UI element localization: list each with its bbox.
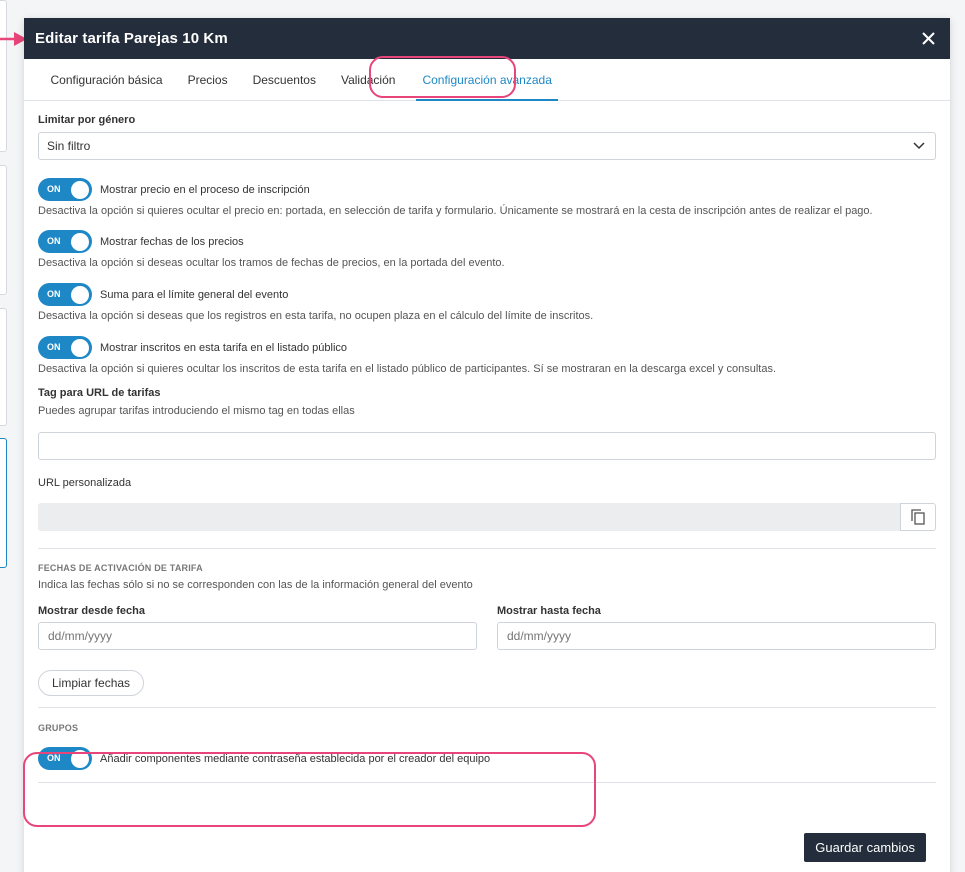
toggle-hint: Desactiva la opción si deseas que los re… <box>38 310 594 322</box>
save-button[interactable]: Guardar cambios <box>804 833 926 862</box>
gender-select-value: Sin filtro <box>47 139 91 153</box>
modal-title: Editar tarifa Parejas 10 Km <box>35 30 228 47</box>
activation-hint: Indica las fechas sólo si no se correspo… <box>38 579 473 591</box>
url-field <box>38 503 936 531</box>
close-button[interactable] <box>918 29 938 49</box>
show-price-toggle[interactable]: ON <box>38 178 92 201</box>
toggle-label: Mostrar inscritos en esta tarifa en el l… <box>100 341 348 354</box>
tab-bar: Configuración básica Precios Descuentos … <box>24 59 950 101</box>
tab-advanced-config[interactable]: Configuración avanzada <box>410 59 564 101</box>
toggle-state: ON <box>47 184 61 194</box>
close-icon <box>921 32 935 45</box>
background-panel <box>0 438 7 568</box>
to-date-label: Mostrar hasta fecha <box>497 605 601 617</box>
toggle-label: Añadir componentes mediante contraseña e… <box>100 752 491 765</box>
tab-basic-config[interactable]: Configuración básica <box>38 59 175 100</box>
divider <box>38 707 936 708</box>
toggle-state: ON <box>47 342 61 352</box>
toggle-knob <box>71 749 89 768</box>
tag-hint: Puedes agrupar tarifas introduciendo el … <box>38 405 355 417</box>
tab-prices[interactable]: Precios <box>175 59 240 100</box>
tab-discounts[interactable]: Descuentos <box>240 59 328 100</box>
divider <box>38 548 936 549</box>
toggle-row-public-list: ON Mostrar inscritos en esta tarifa en e… <box>38 336 936 359</box>
toggle-knob <box>71 338 89 357</box>
show-price-dates-toggle[interactable]: ON <box>38 230 92 253</box>
gender-label: Limitar por género <box>38 114 136 126</box>
tag-input[interactable] <box>38 432 936 460</box>
background-panel <box>0 0 7 152</box>
toggle-row-show-price-dates: ON Mostrar fechas de los precios <box>38 230 936 253</box>
clear-dates-button[interactable]: Limpiar fechas <box>38 670 145 696</box>
from-date-label: Mostrar desde fecha <box>38 605 145 617</box>
to-date-input[interactable] <box>497 622 936 650</box>
groups-heading: GRUPOS <box>38 723 79 733</box>
toggle-knob <box>71 232 89 251</box>
divider <box>38 782 936 783</box>
date-fields: Mostrar desde fecha Mostrar hasta fecha <box>38 605 936 650</box>
background-panel <box>0 165 7 295</box>
copy-url-button[interactable] <box>900 503 936 531</box>
toggle-knob <box>71 180 89 199</box>
gender-select[interactable]: Sin filtro <box>38 132 936 160</box>
toggle-knob <box>71 285 89 304</box>
toggle-hint: Desactiva la opción si quieres ocultar e… <box>38 205 873 217</box>
group-password-toggle[interactable]: ON <box>38 747 92 770</box>
to-date-field: Mostrar hasta fecha <box>497 605 936 650</box>
tab-validation[interactable]: Validación <box>328 59 407 100</box>
activation-heading: FECHAS DE ACTIVACIÓN DE TARIFA <box>38 563 203 573</box>
url-input <box>38 503 900 531</box>
toggle-row-count-limit: ON Suma para el límite general del event… <box>38 283 936 306</box>
background-panel <box>0 308 7 426</box>
modal-body: Limitar por género Sin filtro ON Mostrar… <box>24 114 950 783</box>
public-list-toggle[interactable]: ON <box>38 336 92 359</box>
toggle-state: ON <box>47 753 61 763</box>
edit-rate-modal: Editar tarifa Parejas 10 Km Configuració… <box>24 18 950 872</box>
toggle-label: Suma para el límite general del evento <box>100 288 289 301</box>
toggle-hint: Desactiva la opción si quieres ocultar l… <box>38 363 776 375</box>
toggle-state: ON <box>47 236 61 246</box>
toggle-label: Mostrar precio en el proceso de inscripc… <box>100 183 310 196</box>
from-date-field: Mostrar desde fecha <box>38 605 477 650</box>
modal-header: Editar tarifa Parejas 10 Km <box>24 18 950 59</box>
url-label: URL personalizada <box>38 477 132 489</box>
tag-label: Tag para URL de tarifas <box>38 387 161 399</box>
chevron-down-icon <box>913 142 925 150</box>
toggle-label: Mostrar fechas de los precios <box>100 235 244 248</box>
count-limit-toggle[interactable]: ON <box>38 283 92 306</box>
toggle-row-groups: ON Añadir componentes mediante contraseñ… <box>38 747 936 770</box>
toggle-hint: Desactiva la opción si deseas ocultar lo… <box>38 257 505 269</box>
from-date-input[interactable] <box>38 622 477 650</box>
copy-icon <box>911 509 925 525</box>
toggle-row-show-price: ON Mostrar precio en el proceso de inscr… <box>38 178 936 201</box>
toggle-state: ON <box>47 289 61 299</box>
